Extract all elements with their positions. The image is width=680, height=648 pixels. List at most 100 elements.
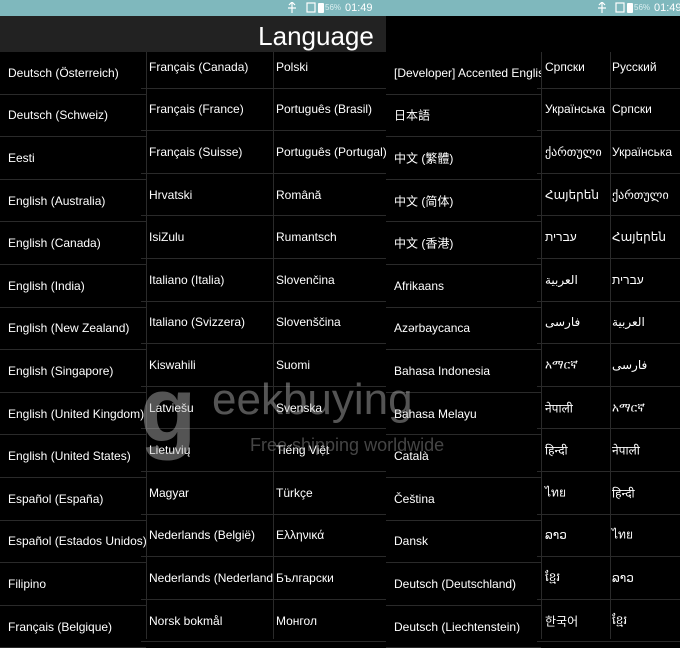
language-item[interactable]: Filipino bbox=[0, 563, 146, 606]
language-item[interactable]: Română bbox=[268, 174, 386, 217]
language-item[interactable]: ქართული bbox=[604, 174, 680, 217]
language-item[interactable]: 中文 (繁體) bbox=[386, 137, 541, 180]
language-item[interactable]: English (Canada) bbox=[0, 222, 146, 265]
language-item[interactable]: Deutsch (Deutschland) bbox=[386, 563, 541, 606]
language-item[interactable]: Afrikaans bbox=[386, 265, 541, 308]
language-item[interactable]: Français (France) bbox=[141, 89, 273, 132]
language-item[interactable]: Bahasa Indonesia bbox=[386, 350, 541, 393]
language-item[interactable]: ខ្មែរ bbox=[537, 557, 610, 600]
language-item[interactable]: Українська bbox=[537, 89, 610, 132]
language-label: Українська bbox=[545, 102, 606, 117]
language-item[interactable]: Suomi bbox=[268, 344, 386, 387]
language-item[interactable]: 한국어 bbox=[537, 600, 610, 643]
language-item[interactable]: العربية bbox=[604, 302, 680, 345]
language-item[interactable]: Latviešu bbox=[141, 387, 273, 430]
language-item[interactable]: Nederlands (België) bbox=[141, 515, 273, 558]
clock: 01:49 bbox=[654, 2, 680, 14]
language-label: Bahasa Melayu bbox=[394, 406, 477, 421]
language-item[interactable]: Čeština bbox=[386, 478, 541, 521]
language-item[interactable]: ລາວ bbox=[537, 515, 610, 558]
language-item[interactable]: Tiếng Việt bbox=[268, 429, 386, 472]
language-item[interactable]: Deutsch (Österreich) bbox=[0, 52, 146, 95]
language-item[interactable]: हिन्दी bbox=[537, 429, 610, 472]
language-item[interactable]: Deutsch (Liechtenstein) bbox=[386, 606, 541, 648]
language-item[interactable]: Հայերեն bbox=[604, 216, 680, 259]
language-item[interactable]: Azərbaycanca bbox=[386, 308, 541, 351]
language-item[interactable]: English (India) bbox=[0, 265, 146, 308]
language-item[interactable]: Ελληνικά bbox=[268, 515, 386, 558]
language-item[interactable]: Magyar bbox=[141, 472, 273, 515]
language-item[interactable]: 日本語 bbox=[386, 95, 541, 138]
language-label: ქართული bbox=[612, 187, 669, 202]
language-item[interactable]: [Developer] Accented English bbox=[386, 52, 541, 95]
language-item[interactable]: Монгол bbox=[268, 600, 386, 643]
language-item[interactable]: ລາວ bbox=[604, 557, 680, 600]
language-item[interactable]: Français (Canada) bbox=[141, 46, 273, 89]
language-item[interactable]: فارسی bbox=[604, 344, 680, 387]
language-item[interactable]: العربية bbox=[537, 259, 610, 302]
language-item[interactable]: 中文 (香港) bbox=[386, 222, 541, 265]
language-item[interactable]: English (Singapore) bbox=[0, 350, 146, 393]
language-item[interactable]: Norsk bokmål bbox=[141, 600, 273, 643]
language-label: Hrvatski bbox=[149, 187, 193, 202]
language-label: Deutsch (Deutschland) bbox=[394, 576, 517, 591]
language-item[interactable]: Русский bbox=[604, 46, 680, 89]
language-item[interactable]: Français (Suisse) bbox=[141, 131, 273, 174]
language-label: Türkçe bbox=[276, 485, 313, 500]
language-item[interactable]: Slovenščina bbox=[268, 302, 386, 345]
language-item[interactable]: English (United Kingdom) bbox=[0, 393, 146, 436]
language-item[interactable]: Português (Brasil) bbox=[268, 89, 386, 132]
language-item[interactable]: Español (España) bbox=[0, 478, 146, 521]
language-item[interactable]: IsiZulu bbox=[141, 216, 273, 259]
language-item[interactable]: Türkçe bbox=[268, 472, 386, 515]
language-label: IsiZulu bbox=[149, 230, 185, 245]
language-item[interactable]: עברית bbox=[604, 259, 680, 302]
language-item[interactable]: Dansk bbox=[386, 521, 541, 564]
language-item[interactable]: 中文 (简体) bbox=[386, 180, 541, 223]
language-item[interactable]: Deutsch (Schweiz) bbox=[0, 95, 146, 138]
language-item[interactable]: አማርኛ bbox=[604, 387, 680, 430]
language-item[interactable]: ខ្មែរ bbox=[604, 600, 680, 643]
language-item[interactable]: አማርኛ bbox=[537, 344, 610, 387]
language-item[interactable]: नेपाली bbox=[537, 387, 610, 430]
language-item[interactable]: English (United States) bbox=[0, 435, 146, 478]
language-item[interactable]: Polski bbox=[268, 46, 386, 89]
language-label: Српски bbox=[612, 102, 652, 117]
language-item[interactable]: Српски bbox=[604, 89, 680, 132]
language-item[interactable]: Hrvatski bbox=[141, 174, 273, 217]
language-item[interactable]: Català bbox=[386, 435, 541, 478]
language-item[interactable]: English (Australia) bbox=[0, 180, 146, 223]
language-column: Français (Canada) Français (France) França… bbox=[141, 52, 273, 643]
language-item[interactable]: Rumantsch bbox=[268, 216, 386, 259]
language-item[interactable]: Italiano (Svizzera) bbox=[141, 302, 273, 345]
language-item[interactable]: Português (Portugal) bbox=[268, 131, 386, 174]
language-label: فارسی bbox=[545, 315, 581, 330]
language-item[interactable]: עברית bbox=[537, 216, 610, 259]
language-item[interactable]: Slovenčina bbox=[268, 259, 386, 302]
language-item[interactable]: नेपाली bbox=[604, 429, 680, 472]
language-item[interactable]: Lietuvių bbox=[141, 429, 273, 472]
language-item[interactable]: Српски bbox=[537, 46, 610, 89]
language-item[interactable]: English (New Zealand) bbox=[0, 308, 146, 351]
language-item[interactable]: Українська bbox=[604, 131, 680, 174]
language-item[interactable]: हिन्दी bbox=[604, 472, 680, 515]
language-item[interactable]: Kiswahili bbox=[141, 344, 273, 387]
language-item[interactable]: فارسی bbox=[537, 302, 610, 345]
language-label: Română bbox=[276, 187, 322, 202]
language-item[interactable]: Français (Belgique) bbox=[0, 606, 146, 648]
language-item[interactable]: Eesti bbox=[0, 137, 146, 180]
language-item[interactable]: Italiano (Italia) bbox=[141, 259, 273, 302]
language-item[interactable]: Svenska bbox=[268, 387, 386, 430]
language-item[interactable]: Español (Estados Unidos) bbox=[0, 521, 146, 564]
language-label: Afrikaans bbox=[394, 278, 445, 293]
language-item[interactable]: Հայերեն bbox=[537, 174, 610, 217]
language-label: فارسی bbox=[612, 357, 648, 372]
language-item[interactable]: Nederlands (Nederland) bbox=[141, 557, 273, 600]
language-item[interactable]: Bahasa Melayu bbox=[386, 393, 541, 436]
language-item[interactable]: ไทย bbox=[537, 472, 610, 515]
language-label: አማርኛ bbox=[612, 400, 645, 415]
language-item[interactable]: Български bbox=[268, 557, 386, 600]
language-item[interactable]: ไทย bbox=[604, 515, 680, 558]
language-item[interactable]: ქართული bbox=[537, 131, 610, 174]
language-label: ไทย bbox=[612, 527, 633, 542]
